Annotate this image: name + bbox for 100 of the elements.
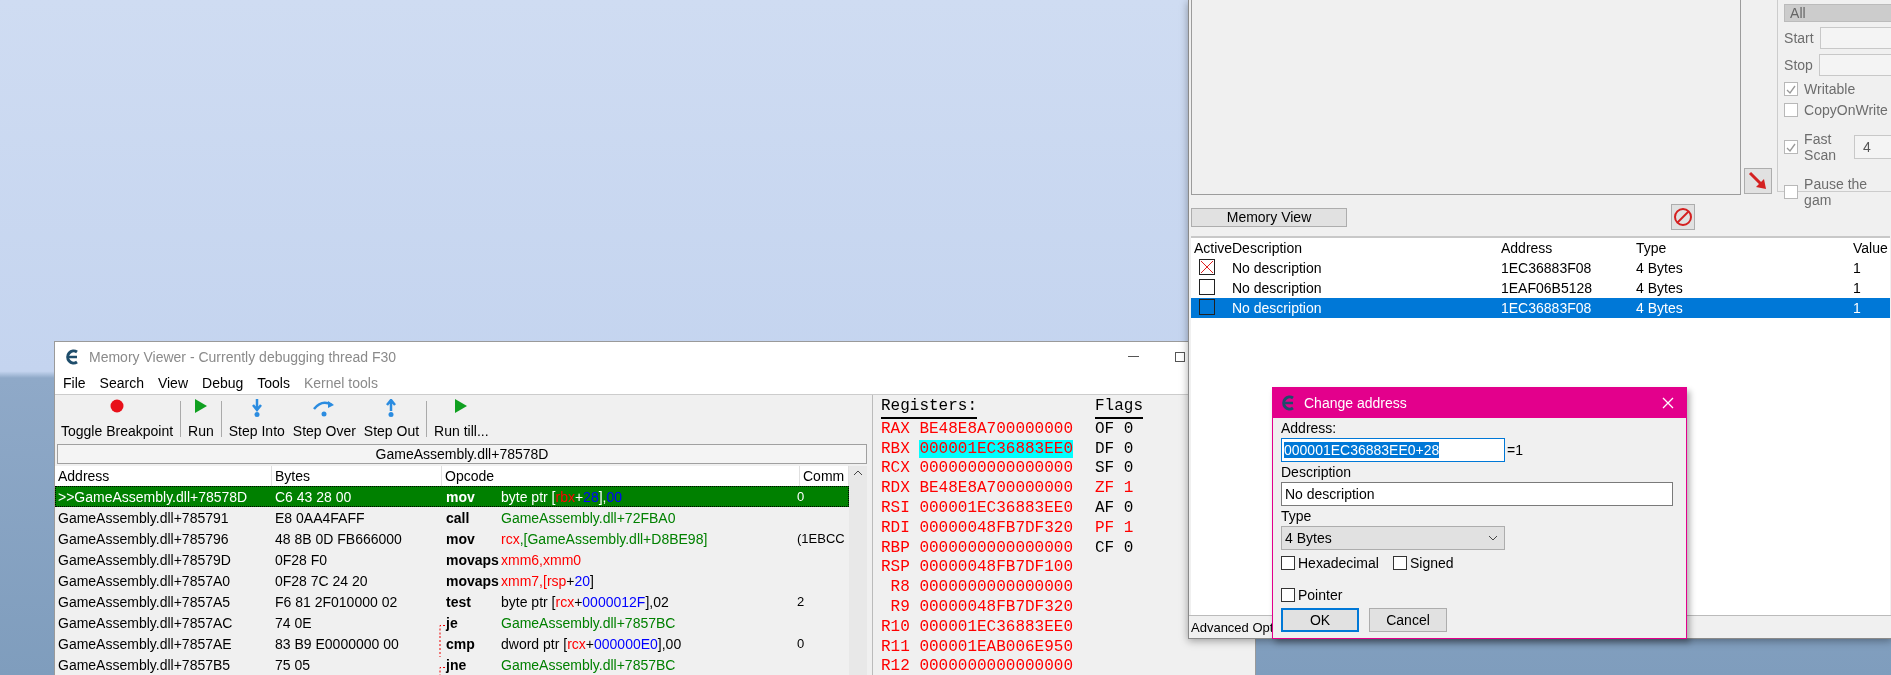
address-list-row[interactable]: No description 1EAF06B5128 4 Bytes 1	[1191, 278, 1890, 298]
toolbar-button[interactable]: Run	[184, 397, 218, 441]
register-name: RSP	[881, 558, 910, 577]
checkbox[interactable]	[1784, 103, 1799, 117]
address-result: =1	[1507, 442, 1523, 458]
column-header[interactable]: Type	[1633, 240, 1850, 256]
register-value[interactable]: BE48E8A700000000	[919, 419, 1073, 438]
stop-field[interactable]	[1818, 54, 1891, 76]
disassembly-row[interactable]: GameAssembly.dll+7857A0 0F28 7C 24 20 movapsxmm7,[rsp+20]	[55, 570, 849, 591]
description-cell-text: No description	[1231, 260, 1323, 276]
address-list-row[interactable]: No description 1EC36883F08 4 Bytes 1	[1191, 258, 1890, 278]
menu-item[interactable]: Search	[99, 375, 144, 391]
toolbar-button[interactable]: Step Into	[224, 397, 289, 441]
address-cell-text: >>GameAssembly.dll+78578D	[57, 488, 249, 505]
memory-type-dropdown[interactable]: All	[1784, 4, 1891, 22]
register-name: R9	[889, 598, 910, 617]
address-cell-text: GameAssembly.dll+78579D	[57, 551, 232, 568]
flag-name: SF	[1095, 459, 1115, 478]
disassembly-row[interactable]: GameAssembly.dll+78579D 0F28 F0 movapsxmm6,xmm0	[55, 549, 849, 570]
toolbar-button[interactable]: Toggle Breakpoint	[57, 397, 178, 441]
menu-item[interactable]: Debug	[202, 375, 244, 391]
column-header[interactable]: Value	[1850, 240, 1890, 256]
checkbox[interactable]	[1784, 140, 1799, 154]
disassembly-row[interactable]: GameAssembly.dll+7857AC 74 0E je GameAssembly.dll+7857BC	[55, 612, 849, 633]
registers-heading: Registers:	[881, 397, 977, 419]
checkbox[interactable]	[1281, 556, 1295, 570]
active-checkbox[interactable]	[1199, 278, 1215, 295]
address-cell-text: 1EC36883F08	[1500, 260, 1593, 276]
flags-heading: Flags	[1095, 397, 1144, 419]
register-value[interactable]: 0000000000000000	[919, 657, 1073, 675]
menu-item[interactable]: View	[157, 375, 188, 391]
flag-value: 0	[1123, 419, 1134, 438]
start-field[interactable]	[1819, 27, 1891, 49]
register-name: RBX	[881, 439, 910, 458]
description-input[interactable]: No description	[1281, 482, 1673, 506]
operand-cell-text: byte ptr [rbx+28],00	[500, 488, 624, 505]
dialog-title: Change address	[1304, 395, 1407, 411]
address-list-row[interactable]: No description 1EC36883F08 4 Bytes 1	[1191, 298, 1890, 318]
dialog-button[interactable]: Cancel	[1369, 608, 1447, 632]
checkbox[interactable]	[1281, 588, 1295, 602]
address-cell-text: GameAssembly.dll+7857A0	[57, 572, 232, 589]
dialog-button[interactable]: OK	[1281, 608, 1359, 632]
disassembly-row[interactable]: GameAssembly.dll+7857AE 83 B9 E0000000 00 cmp dword ptr [rcx+000000E0],00 0	[55, 633, 849, 654]
register-value[interactable]: 0000000000000000	[919, 578, 1073, 597]
description-cell-text: No description	[1231, 300, 1323, 316]
step-into-icon	[250, 399, 263, 417]
address-field[interactable]: GameAssembly.dll+78578D	[57, 444, 867, 464]
register-value[interactable]: BE48E8A700000000	[919, 479, 1073, 498]
address-input[interactable]: 000001EC36883EE0+28	[1281, 438, 1505, 462]
checkbox[interactable]	[1784, 185, 1799, 199]
disassembly-row[interactable]: GameAssembly.dll+7857A5 F6 81 2F010000 02 test byte ptr [rcx+0000012F],02 2	[55, 591, 849, 612]
register-value[interactable]: 000001EC36883EE0	[919, 499, 1073, 518]
alignment-field[interactable]: 4	[1854, 135, 1891, 159]
menu-item[interactable]: Tools	[257, 375, 290, 391]
disassembly-row[interactable]: GameAssembly.dll+785791 E8 0AA4FAFF call GameAssembly.dll+72FBA0	[55, 507, 849, 528]
flag-name: OF	[1095, 419, 1115, 438]
add-address-button[interactable]	[1744, 168, 1773, 194]
active-checkbox[interactable]	[1199, 259, 1215, 275]
flag-value: 0	[1123, 538, 1134, 557]
maximize-icon[interactable]	[1175, 352, 1185, 362]
toolbar-button[interactable]: Run till...	[430, 397, 493, 441]
mnemonic-cell: mov	[446, 488, 475, 505]
active-checkbox[interactable]	[1199, 298, 1215, 315]
menu-item[interactable]: File	[63, 375, 86, 391]
column-header[interactable]: Address	[1498, 240, 1633, 256]
minimize-icon[interactable]	[1128, 356, 1139, 358]
disassembly-row[interactable]: GameAssembly.dll+785796 48 8B 0D FB666000 mov rcx,[GameAssembly.dll+D8BE98] (1EBCC	[55, 528, 849, 549]
memory-view-button[interactable]: Memory View	[1191, 207, 1347, 227]
checkbox[interactable]	[1784, 82, 1799, 96]
type-dropdown[interactable]: 4 Bytes	[1281, 526, 1505, 550]
clear-button[interactable]	[1671, 204, 1695, 230]
flag-name: AF	[1095, 499, 1115, 518]
toolbar-button[interactable]: Step Over	[288, 397, 360, 441]
register-value[interactable]: 00000048FB7DF100	[919, 558, 1073, 577]
register-value[interactable]: 0000000000000000	[919, 459, 1073, 478]
type-label: Type	[1281, 508, 1313, 524]
option-label: Fast Scan	[1804, 131, 1837, 163]
operand-cell-text: GameAssembly.dll+7857BC	[500, 656, 677, 673]
value-cell-text: 1	[1852, 300, 1862, 316]
toolbar-button[interactable]: Step Out	[359, 397, 424, 441]
address-cell-text: GameAssembly.dll+7857B5	[57, 656, 232, 673]
mnemonic-cell: movaps	[446, 551, 499, 568]
description-label: Description	[1281, 464, 1353, 480]
register-value[interactable]: 000001EAB006E950	[919, 637, 1073, 656]
mnemonic-cell: test	[446, 593, 471, 610]
disassembly-row[interactable]: GameAssembly.dll+7857B5 75 05 jne GameAssembly.dll+7857BC	[55, 654, 849, 675]
breakpoint-icon	[110, 399, 125, 413]
register-value[interactable]: 0000000000000000	[919, 538, 1073, 557]
register-value[interactable]: 000001EC36883EE0	[919, 617, 1073, 636]
disassembly-row[interactable]: >>GameAssembly.dll+78578D C6 43 28 00 mov byte ptr [rbx+28],00 0	[55, 486, 849, 507]
register-value[interactable]: 00000048FB7DF320	[919, 518, 1073, 537]
mnemonic-cell: mov	[446, 530, 475, 547]
value-cell-text: 1	[1852, 260, 1862, 276]
checkbox[interactable]	[1392, 556, 1407, 570]
operand-cell-text: GameAssembly.dll+7857BC	[500, 614, 677, 631]
register-name: R10	[881, 617, 910, 636]
play-icon	[194, 399, 207, 413]
close-icon[interactable]	[1662, 397, 1674, 409]
register-value[interactable]: 00000048FB7DF320	[919, 598, 1073, 617]
advanced-options-label[interactable]: Advanced Opt	[1191, 619, 1274, 635]
